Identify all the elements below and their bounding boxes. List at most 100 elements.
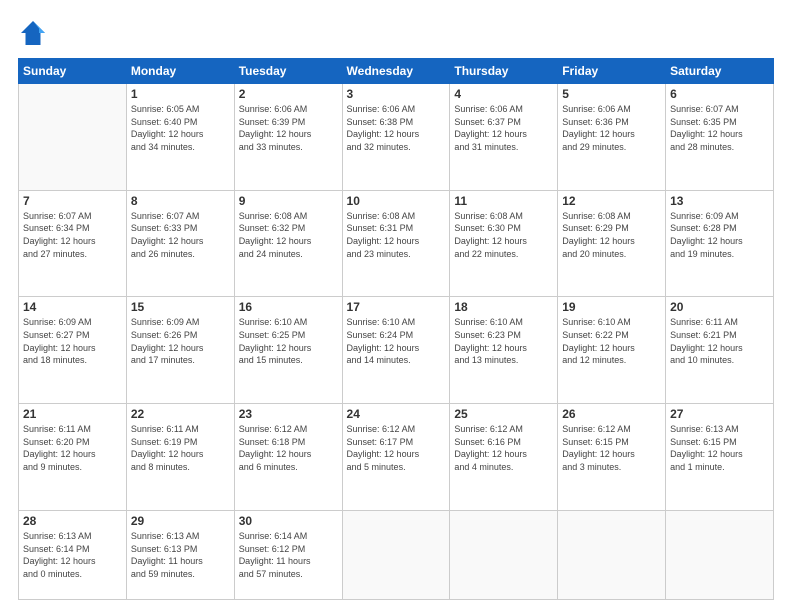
calendar-cell: 15 Sunrise: 6:09 AMSunset: 6:26 PMDayligh… (126, 297, 234, 404)
weekday-header-friday: Friday (558, 59, 666, 84)
day-info: Sunrise: 6:10 AMSunset: 6:24 PMDaylight:… (347, 316, 446, 366)
calendar-cell: 5 Sunrise: 6:06 AMSunset: 6:36 PMDaylight… (558, 84, 666, 191)
calendar-cell: 25 Sunrise: 6:12 AMSunset: 6:16 PMDayligh… (450, 404, 558, 511)
calendar-cell: 9 Sunrise: 6:08 AMSunset: 6:32 PMDaylight… (234, 190, 342, 297)
day-number: 25 (454, 407, 553, 421)
day-number: 18 (454, 300, 553, 314)
day-info: Sunrise: 6:10 AMSunset: 6:22 PMDaylight:… (562, 316, 661, 366)
calendar-cell (558, 510, 666, 599)
calendar-cell: 26 Sunrise: 6:12 AMSunset: 6:15 PMDayligh… (558, 404, 666, 511)
day-info: Sunrise: 6:10 AMSunset: 6:25 PMDaylight:… (239, 316, 338, 366)
weekday-header-thursday: Thursday (450, 59, 558, 84)
day-info: Sunrise: 6:14 AMSunset: 6:12 PMDaylight:… (239, 530, 338, 580)
calendar-cell: 14 Sunrise: 6:09 AMSunset: 6:27 PMDayligh… (19, 297, 127, 404)
day-info: Sunrise: 6:13 AMSunset: 6:15 PMDaylight:… (670, 423, 769, 473)
calendar-cell: 1 Sunrise: 6:05 AMSunset: 6:40 PMDaylight… (126, 84, 234, 191)
day-number: 16 (239, 300, 338, 314)
calendar-cell: 21 Sunrise: 6:11 AMSunset: 6:20 PMDayligh… (19, 404, 127, 511)
calendar-cell (19, 84, 127, 191)
day-number: 19 (562, 300, 661, 314)
calendar-cell: 10Sunrise: 6:08 AMSunset: 6:31 PMDayligh… (342, 190, 450, 297)
day-number: 28 (23, 514, 122, 528)
day-number: 7 (23, 194, 122, 208)
weekday-header-monday: Monday (126, 59, 234, 84)
day-number: 11 (454, 194, 553, 208)
day-info: Sunrise: 6:07 AMSunset: 6:35 PMDaylight:… (670, 103, 769, 153)
day-number: 26 (562, 407, 661, 421)
day-number: 30 (239, 514, 338, 528)
day-info: Sunrise: 6:08 AMSunset: 6:29 PMDaylight:… (562, 210, 661, 260)
day-number: 8 (131, 194, 230, 208)
day-number: 4 (454, 87, 553, 101)
day-info: Sunrise: 6:08 AMSunset: 6:30 PMDaylight:… (454, 210, 553, 260)
calendar-cell: 24Sunrise: 6:12 AMSunset: 6:17 PMDayligh… (342, 404, 450, 511)
calendar-cell: 22Sunrise: 6:11 AMSunset: 6:19 PMDayligh… (126, 404, 234, 511)
calendar-week-5: 28 Sunrise: 6:13 AMSunset: 6:14 PMDayligh… (19, 510, 774, 599)
calendar-cell: 13 Sunrise: 6:09 AMSunset: 6:28 PMDayligh… (666, 190, 774, 297)
day-number: 20 (670, 300, 769, 314)
day-info: Sunrise: 6:08 AMSunset: 6:32 PMDaylight:… (239, 210, 338, 260)
day-info: Sunrise: 6:08 AMSunset: 6:31 PMDaylight:… (347, 210, 446, 260)
calendar-table: SundayMondayTuesdayWednesdayThursdayFrid… (18, 58, 774, 600)
calendar-cell: 6 Sunrise: 6:07 AMSunset: 6:35 PMDaylight… (666, 84, 774, 191)
calendar-cell: 4 Sunrise: 6:06 AMSunset: 6:37 PMDaylight… (450, 84, 558, 191)
calendar-week-3: 14 Sunrise: 6:09 AMSunset: 6:27 PMDayligh… (19, 297, 774, 404)
weekday-header-row: SundayMondayTuesdayWednesdayThursdayFrid… (19, 59, 774, 84)
day-number: 2 (239, 87, 338, 101)
page: SundayMondayTuesdayWednesdayThursdayFrid… (0, 0, 792, 612)
day-info: Sunrise: 6:13 AMSunset: 6:14 PMDaylight:… (23, 530, 122, 580)
header (18, 18, 774, 48)
day-info: Sunrise: 6:06 AMSunset: 6:36 PMDaylight:… (562, 103, 661, 153)
calendar-cell: 19 Sunrise: 6:10 AMSunset: 6:22 PMDayligh… (558, 297, 666, 404)
day-number: 6 (670, 87, 769, 101)
calendar-week-1: 1 Sunrise: 6:05 AMSunset: 6:40 PMDaylight… (19, 84, 774, 191)
day-number: 15 (131, 300, 230, 314)
day-info: Sunrise: 6:11 AMSunset: 6:19 PMDaylight:… (131, 423, 230, 473)
calendar-cell: 27 Sunrise: 6:13 AMSunset: 6:15 PMDayligh… (666, 404, 774, 511)
day-info: Sunrise: 6:06 AMSunset: 6:37 PMDaylight:… (454, 103, 553, 153)
day-info: Sunrise: 6:06 AMSunset: 6:39 PMDaylight:… (239, 103, 338, 153)
day-number: 9 (239, 194, 338, 208)
day-number: 1 (131, 87, 230, 101)
day-info: Sunrise: 6:09 AMSunset: 6:28 PMDaylight:… (670, 210, 769, 260)
day-info: Sunrise: 6:12 AMSunset: 6:16 PMDaylight:… (454, 423, 553, 473)
calendar-cell: 12 Sunrise: 6:08 AMSunset: 6:29 PMDayligh… (558, 190, 666, 297)
day-info: Sunrise: 6:09 AMSunset: 6:26 PMDaylight:… (131, 316, 230, 366)
weekday-header-wednesday: Wednesday (342, 59, 450, 84)
day-info: Sunrise: 6:09 AMSunset: 6:27 PMDaylight:… (23, 316, 122, 366)
logo-icon (18, 18, 48, 48)
calendar-week-2: 7 Sunrise: 6:07 AMSunset: 6:34 PMDaylight… (19, 190, 774, 297)
day-info: Sunrise: 6:10 AMSunset: 6:23 PMDaylight:… (454, 316, 553, 366)
day-info: Sunrise: 6:11 AMSunset: 6:21 PMDaylight:… (670, 316, 769, 366)
day-info: Sunrise: 6:07 AMSunset: 6:33 PMDaylight:… (131, 210, 230, 260)
logo (18, 18, 54, 48)
calendar-week-4: 21 Sunrise: 6:11 AMSunset: 6:20 PMDayligh… (19, 404, 774, 511)
day-info: Sunrise: 6:12 AMSunset: 6:15 PMDaylight:… (562, 423, 661, 473)
day-number: 23 (239, 407, 338, 421)
day-info: Sunrise: 6:07 AMSunset: 6:34 PMDaylight:… (23, 210, 122, 260)
calendar-cell: 3 Sunrise: 6:06 AMSunset: 6:38 PMDaylight… (342, 84, 450, 191)
day-number: 5 (562, 87, 661, 101)
weekday-header-tuesday: Tuesday (234, 59, 342, 84)
day-number: 3 (347, 87, 446, 101)
calendar-cell: 28 Sunrise: 6:13 AMSunset: 6:14 PMDayligh… (19, 510, 127, 599)
day-number: 27 (670, 407, 769, 421)
day-info: Sunrise: 6:05 AMSunset: 6:40 PMDaylight:… (131, 103, 230, 153)
calendar-cell: 7 Sunrise: 6:07 AMSunset: 6:34 PMDaylight… (19, 190, 127, 297)
calendar-cell: 8 Sunrise: 6:07 AMSunset: 6:33 PMDaylight… (126, 190, 234, 297)
day-number: 21 (23, 407, 122, 421)
calendar-cell: 2 Sunrise: 6:06 AMSunset: 6:39 PMDaylight… (234, 84, 342, 191)
calendar-cell: 17Sunrise: 6:10 AMSunset: 6:24 PMDayligh… (342, 297, 450, 404)
day-info: Sunrise: 6:11 AMSunset: 6:20 PMDaylight:… (23, 423, 122, 473)
day-number: 14 (23, 300, 122, 314)
weekday-header-sunday: Sunday (19, 59, 127, 84)
day-number: 13 (670, 194, 769, 208)
day-info: Sunrise: 6:13 AMSunset: 6:13 PMDaylight:… (131, 530, 230, 580)
day-number: 12 (562, 194, 661, 208)
calendar-cell (666, 510, 774, 599)
day-info: Sunrise: 6:12 AMSunset: 6:18 PMDaylight:… (239, 423, 338, 473)
calendar-cell: 20 Sunrise: 6:11 AMSunset: 6:21 PMDayligh… (666, 297, 774, 404)
day-info: Sunrise: 6:06 AMSunset: 6:38 PMDaylight:… (347, 103, 446, 153)
calendar-cell: 18 Sunrise: 6:10 AMSunset: 6:23 PMDayligh… (450, 297, 558, 404)
day-number: 24 (347, 407, 446, 421)
